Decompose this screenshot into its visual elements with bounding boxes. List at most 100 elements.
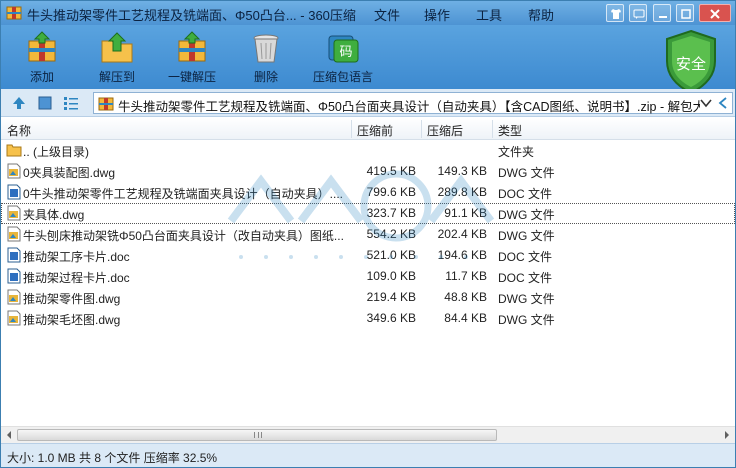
one-click-extract-button[interactable]: 一键解压 [161, 27, 223, 87]
file-type: DWG 文件 [498, 313, 555, 327]
add-label: 添加 [29, 70, 54, 84]
trash-icon [253, 34, 279, 63]
security-label: 安全 [676, 55, 706, 73]
file-size: 323.7 KB [366, 206, 416, 220]
file-packed-size: 194.6 KB [437, 248, 487, 262]
dwg-file-icon [7, 205, 21, 221]
list-view-icon[interactable] [63, 95, 79, 111]
address-row: 牛头推动架零件工艺规程及铣端面、Φ50凸台面夹具设计（自动夹具）【含CAD图纸、… [1, 89, 735, 117]
dwg-file-icon [7, 289, 21, 305]
archive-language-button[interactable]: 码 压缩包语言 [307, 27, 379, 87]
up-arrow-icon[interactable] [11, 95, 27, 111]
file-type: DWG 文件 [498, 229, 555, 243]
one-click-extract-label: 一键解压 [167, 70, 216, 84]
menu-operate[interactable]: 操作 [424, 5, 450, 24]
horizontal-scrollbar[interactable] [1, 426, 735, 443]
back-chevron-icon[interactable] [715, 95, 731, 111]
language-code-icon: 码 [328, 35, 359, 63]
archive-icon [98, 97, 114, 111]
file-size: 219.4 KB [366, 290, 416, 304]
menu-tools[interactable]: 工具 [476, 5, 502, 24]
file-type: DWG 文件 [498, 292, 555, 306]
file-packed-size: 48.8 KB [444, 290, 487, 304]
minimize-icon [659, 16, 667, 18]
doc-file-icon [7, 247, 21, 263]
maximize-icon [681, 9, 691, 19]
minimize-button[interactable] [653, 4, 671, 22]
address-path: 牛头推动架零件工艺规程及铣端面、Φ50凸台面夹具设计（自动夹具）【含CAD图纸、… [118, 100, 700, 114]
address-bar[interactable]: 牛头推动架零件工艺规程及铣端面、Φ50凸台面夹具设计（自动夹具）【含CAD图纸、… [93, 92, 733, 114]
close-button[interactable] [699, 4, 731, 22]
file-type: DOC 文件 [498, 271, 553, 285]
list-item[interactable]: 推动架过程卡片.doc 109.0 KB 11.7 KB DOC 文件 [1, 266, 735, 287]
file-size: 554.2 KB [366, 227, 416, 241]
chevron-down-icon[interactable] [698, 95, 714, 111]
list-item[interactable]: 0牛头推动架零件工艺规程及铣端面夹具设计（自动夹具）.... 799.6 KB … [1, 182, 735, 203]
file-type: DWG 文件 [498, 208, 555, 222]
delete-label: 删除 [253, 70, 278, 84]
extract-folder-icon [101, 32, 133, 63]
archive-language-label: 压缩包语言 [312, 70, 373, 84]
column-packed-size[interactable]: 压缩后 [427, 122, 463, 139]
menu-help[interactable]: 帮助 [528, 5, 554, 24]
file-type: DOC 文件 [498, 187, 553, 201]
scroll-left-icon[interactable] [4, 430, 14, 440]
file-packed-size: 84.4 KB [444, 311, 487, 325]
file-name: 0牛头推动架零件工艺规程及铣端面夹具设计（自动夹具）.... [23, 187, 344, 201]
dwg-file-icon [7, 226, 21, 242]
file-size: 109.0 KB [366, 269, 416, 283]
svg-text:码: 码 [339, 45, 352, 60]
extract-to-label: 解压到 [98, 70, 135, 84]
doc-file-icon [7, 268, 21, 284]
file-type: DOC 文件 [498, 250, 553, 264]
file-packed-size: 202.4 KB [437, 227, 487, 241]
archive-window: 牛头推动架零件工艺规程及铣端面、Φ50凸台... - 360压缩 文件 操作 工… [0, 0, 736, 468]
doc-file-icon [7, 184, 21, 200]
status-text: 大小: 1.0 MB 共 8 个文件 压缩率 32.5% [7, 451, 218, 465]
maximize-button[interactable] [676, 4, 694, 22]
file-packed-size: 11.7 KB [445, 269, 487, 283]
file-name: 牛头刨床推动架铣Φ50凸台面夹具设计（改自动夹具）图纸... [23, 229, 344, 243]
one-click-extract-icon [178, 31, 206, 62]
scroll-right-icon[interactable] [722, 430, 732, 440]
window-title: 牛头推动架零件工艺规程及铣端面、Φ50凸台... - 360压缩 [27, 8, 356, 23]
file-packed-size: 149.3 KB [437, 164, 487, 178]
extract-to-button[interactable]: 解压到 [89, 27, 145, 87]
folder-icon [6, 144, 22, 157]
column-name[interactable]: 名称 [7, 122, 31, 139]
delete-button[interactable]: 删除 [241, 27, 291, 87]
scrollbar-thumb[interactable] [17, 429, 497, 441]
add-button[interactable]: 添加 [15, 27, 69, 87]
file-name: .. (上级目录) [23, 145, 89, 159]
file-packed-size: 289.8 KB [437, 185, 487, 199]
file-type: 文件夹 [498, 145, 535, 159]
file-name: 推动架过程卡片.doc [23, 271, 130, 285]
list-item[interactable]: 推动架毛坯图.dwg 349.6 KB 84.4 KB DWG 文件 [1, 308, 735, 329]
column-type[interactable]: 类型 [498, 122, 522, 139]
column-size[interactable]: 压缩前 [357, 122, 393, 139]
file-name: 夹具体.dwg [23, 208, 85, 222]
list-item-selected[interactable]: 夹具体.dwg 323.7 KB 91.1 KB DWG 文件 [1, 203, 735, 224]
comment-icon [633, 9, 645, 19]
list-item[interactable]: 牛头刨床推动架铣Φ50凸台面夹具设计（改自动夹具）图纸... 554.2 KB … [1, 224, 735, 245]
file-name: 0夹具装配图.dwg [23, 166, 116, 180]
feedback-button[interactable] [629, 4, 647, 22]
file-size: 349.6 KB [366, 311, 416, 325]
list-item[interactable]: .. (上级目录) 文件夹 [1, 140, 735, 161]
security-shield-icon[interactable]: 安全 [663, 29, 719, 95]
list-item[interactable]: 0夹具装配图.dwg 419.5 KB 149.3 KB DWG 文件 [1, 161, 735, 182]
file-size: 799.6 KB [366, 185, 416, 199]
large-icon-view-icon[interactable] [37, 95, 53, 111]
list-item[interactable]: 推动架工序卡片.doc 521.0 KB 194.6 KB DOC 文件 [1, 245, 735, 266]
skin-button[interactable] [606, 4, 624, 22]
file-name: 推动架毛坯图.dwg [23, 313, 121, 327]
file-list: .. (上级目录) 文件夹 0夹具装配图.dwg 419.5 KB 149.3 … [1, 140, 735, 426]
toolbar: 添加 解压到 一键解压 删除 码 压缩包语言 安全 [1, 25, 735, 95]
dwg-file-icon [7, 310, 21, 326]
file-type: DWG 文件 [498, 166, 555, 180]
column-header: 名称 压缩前 压缩后 类型 [1, 118, 735, 140]
file-size: 521.0 KB [366, 248, 416, 262]
list-item[interactable]: 推动架零件图.dwg 219.4 KB 48.8 KB DWG 文件 [1, 287, 735, 308]
menu-file[interactable]: 文件 [374, 5, 400, 24]
file-name: 推动架工序卡片.doc [23, 250, 130, 264]
